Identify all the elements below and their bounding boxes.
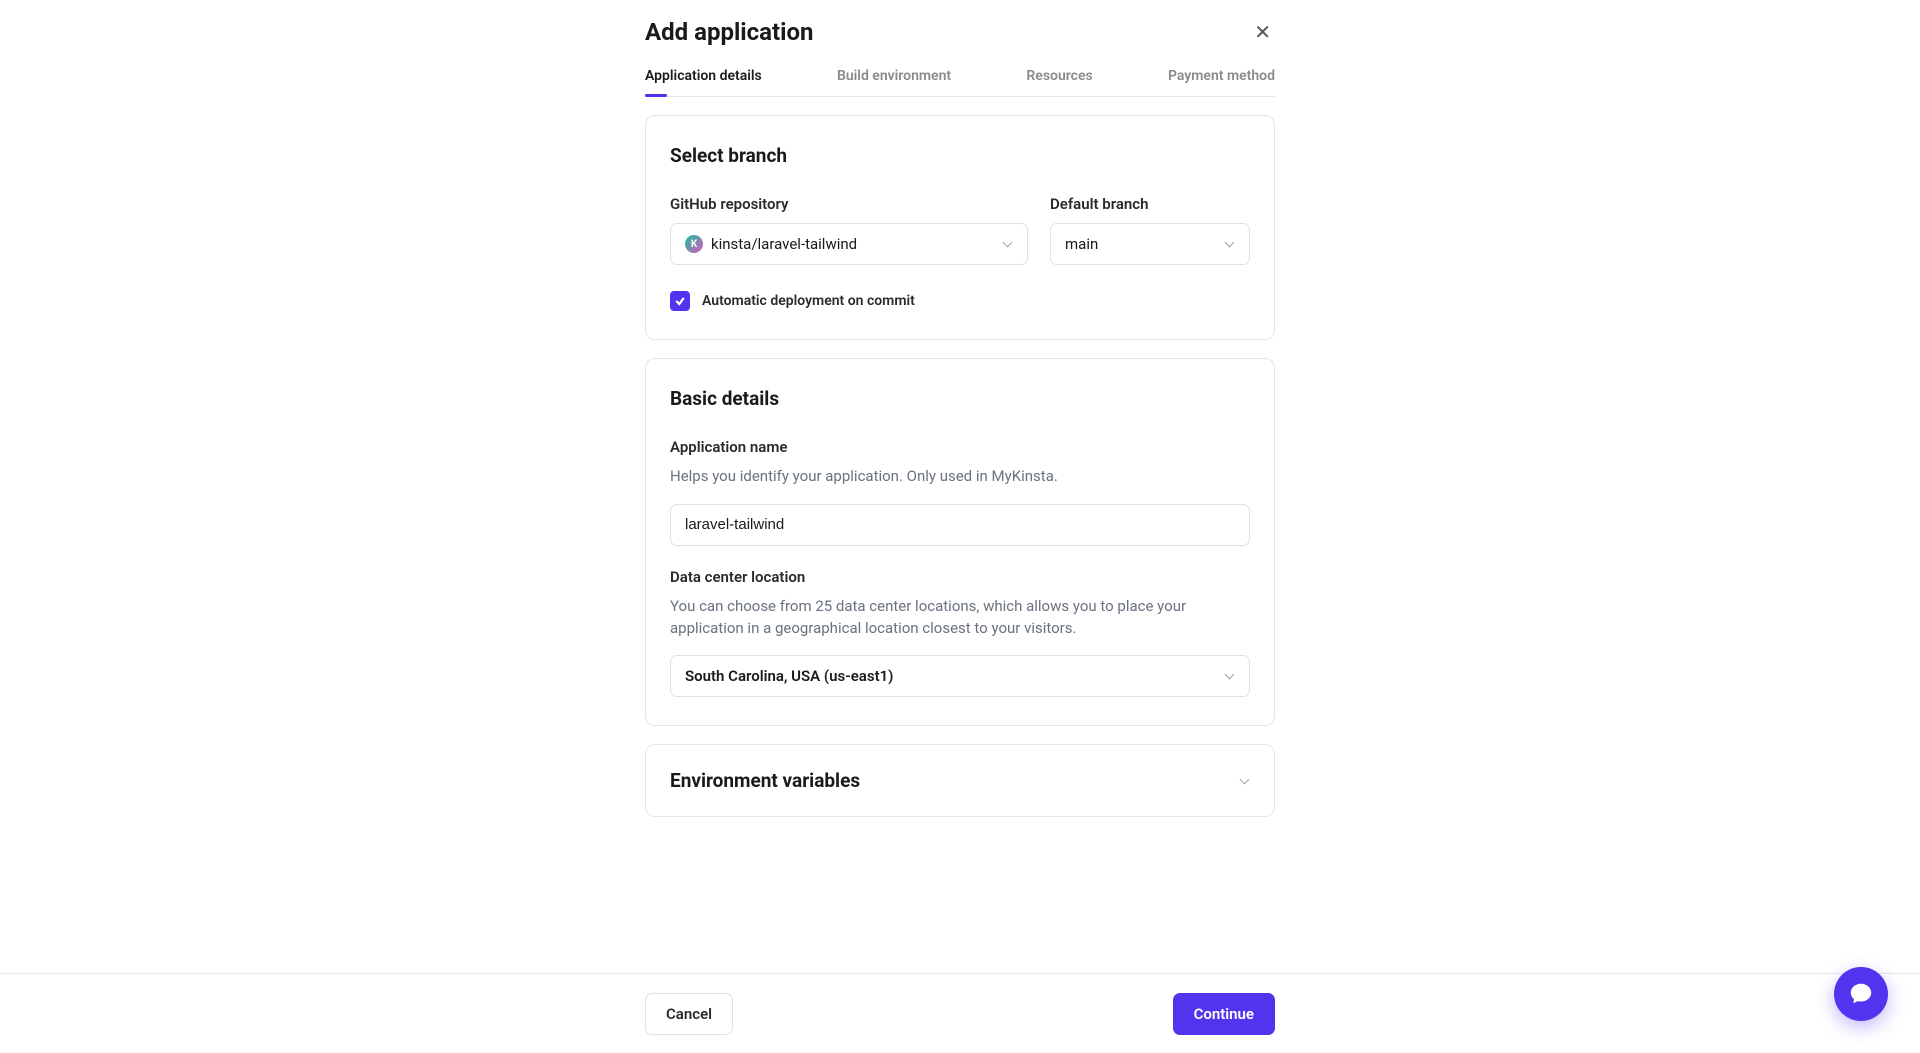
branch-select[interactable]: main — [1050, 223, 1250, 265]
tab-active-indicator — [645, 94, 667, 97]
chevron-down-icon — [1225, 671, 1235, 681]
tab-payment-method[interactable]: Payment method — [1168, 68, 1275, 96]
cancel-button[interactable]: Cancel — [645, 993, 733, 1035]
continue-button[interactable]: Continue — [1173, 993, 1275, 1035]
tab-application-details[interactable]: Application details — [645, 68, 762, 96]
page-title: Add application — [645, 18, 813, 46]
branch-value: main — [1065, 235, 1098, 253]
appname-input[interactable] — [670, 504, 1250, 546]
datacenter-select[interactable]: South Carolina, USA (us-east1) — [670, 655, 1250, 697]
basic-details-title: Basic details — [670, 387, 1250, 410]
tab-build-environment[interactable]: Build environment — [837, 68, 951, 96]
basic-details-card: Basic details Application name Helps you… — [645, 358, 1275, 726]
appname-help: Helps you identify your application. Onl… — [670, 466, 1250, 488]
repo-select[interactable]: K kinsta/laravel-tailwind — [670, 223, 1028, 265]
close-icon[interactable]: ✕ — [1250, 18, 1275, 46]
tab-resources[interactable]: Resources — [1026, 68, 1092, 96]
autodeploy-checkbox[interactable] — [670, 291, 690, 311]
chat-launcher[interactable] — [1834, 967, 1888, 1021]
env-vars-title: Environment variables — [670, 769, 860, 792]
kinsta-avatar-icon: K — [685, 235, 703, 253]
chevron-down-icon — [1225, 239, 1235, 249]
appname-label: Application name — [670, 438, 1250, 456]
chevron-down-icon — [1003, 239, 1013, 249]
tab-bar: Application details Build environment Re… — [645, 68, 1275, 97]
datacenter-help: You can choose from 25 data center locat… — [670, 596, 1250, 640]
datacenter-value: South Carolina, USA (us-east1) — [685, 667, 893, 685]
env-vars-section[interactable]: Environment variables — [645, 744, 1275, 817]
chevron-down-icon — [1240, 776, 1250, 786]
select-branch-title: Select branch — [670, 144, 1250, 167]
footer-bar: Cancel Continue — [0, 973, 1920, 1053]
chat-icon — [1848, 981, 1874, 1007]
datacenter-label: Data center location — [670, 568, 1250, 586]
branch-label: Default branch — [1050, 195, 1250, 213]
autodeploy-label: Automatic deployment on commit — [702, 293, 915, 309]
select-branch-card: Select branch GitHub repository K kinsta… — [645, 115, 1275, 340]
repo-value: kinsta/laravel-tailwind — [711, 235, 857, 253]
repo-label: GitHub repository — [670, 195, 1028, 213]
